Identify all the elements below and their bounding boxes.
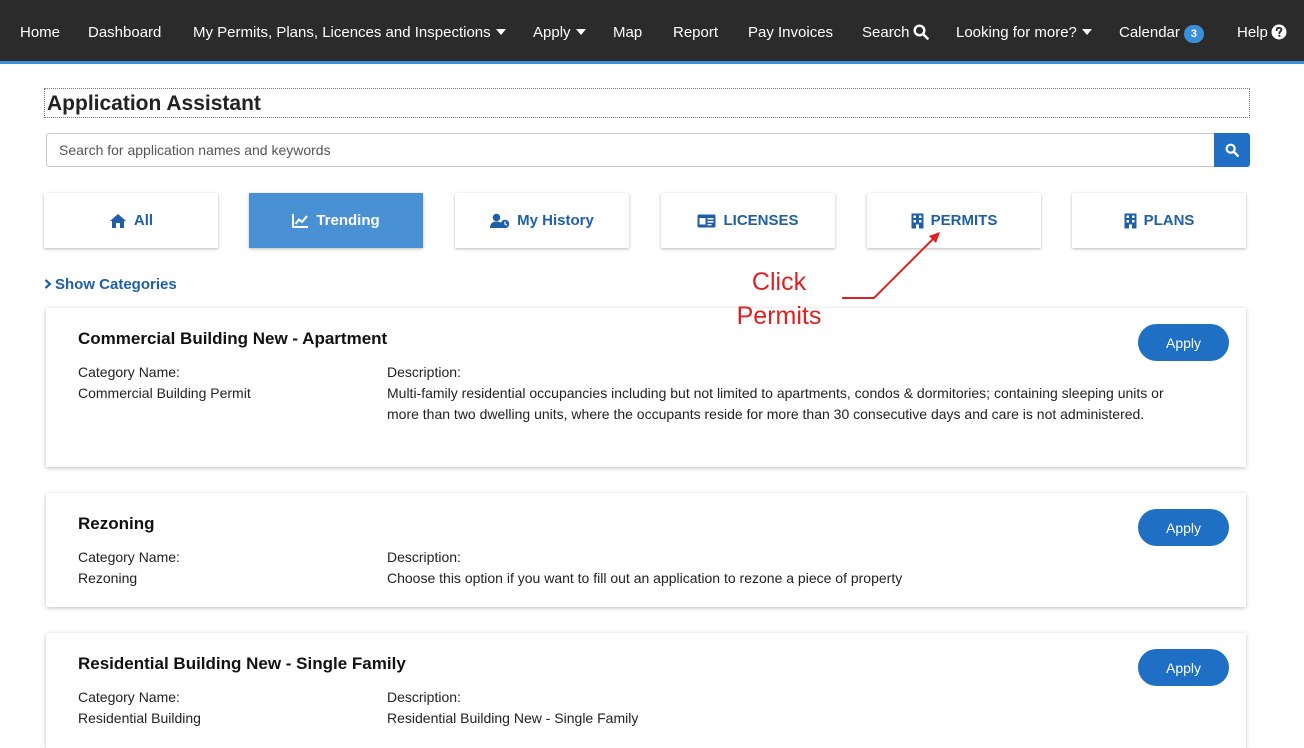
building-icon [1124,213,1137,228]
caret-down-icon [575,29,586,35]
building-icon [911,213,924,228]
nav-report[interactable]: Report [673,24,718,42]
tab-my-history[interactable]: My History [455,193,629,248]
search-input[interactable] [46,133,1214,167]
id-card-icon [697,214,716,227]
nav-search[interactable]: Search [862,24,929,42]
annotation-text: Click Permits [712,265,846,333]
nav-dashboard[interactable]: Dashboard [88,24,161,42]
nav-map[interactable]: Map [613,24,642,42]
nav-looking-for-more-label: Looking for more? [956,24,1077,41]
tab-all-label: All [133,212,154,229]
nav-looking-for-more[interactable]: Looking for more? [956,24,1092,42]
calendar-count-badge: 3 [1183,25,1204,43]
nav-apply[interactable]: Apply [533,24,586,42]
nav-search-label: Search [862,24,910,41]
show-categories-link[interactable]: Show Categories [44,276,177,293]
apply-button[interactable]: Apply [1138,324,1229,361]
search-icon [1225,143,1239,157]
top-nav: Home Dashboard My Permits, Plans, Licenc… [0,0,1304,64]
tab-trending-label: Trending [316,212,380,229]
home-icon [109,213,126,228]
category-value: Rezoning [78,570,138,586]
caret-down-icon [1081,29,1092,35]
category-label: Category Name: [78,689,180,705]
trend-chart-icon [292,214,309,228]
nav-help-label: Help [1237,24,1268,41]
category-value: Commercial Building Permit [78,385,251,401]
search-button[interactable] [1214,133,1250,167]
show-categories-label: Show Categories [55,276,177,293]
nav-apply-label: Apply [533,24,571,41]
chevron-right-icon [44,279,52,289]
category-label: Category Name: [78,364,180,380]
question-circle-icon [1271,24,1287,40]
annotation-line-1: Click [751,268,807,296]
category-value: Residential Building [78,710,201,726]
apply-button[interactable]: Apply [1138,649,1229,686]
card-title: Residential Building New - Single Family [78,654,406,673]
nav-home[interactable]: Home [20,24,60,42]
page-title-box: Application Assistant [44,88,1250,118]
application-card: Rezoning Category Name: Rezoning Descrip… [46,493,1246,607]
nav-help[interactable]: Help [1237,24,1287,42]
apply-button[interactable]: Apply [1138,509,1229,546]
tab-all[interactable]: All [44,193,218,248]
tab-licenses-label: LICENSES [723,212,799,229]
description-label: Description: [387,689,461,705]
annotation-line-2: Permits [736,302,822,330]
application-card: Residential Building New - Single Family… [46,633,1246,748]
nav-calendar-label: Calendar [1119,24,1180,41]
application-card: Commercial Building New - Apartment Cate… [46,308,1246,467]
tab-my-history-label: My History [517,212,594,229]
description-label: Description: [387,549,461,565]
nav-pay-invoices[interactable]: Pay Invoices [748,24,833,42]
tab-plans-label: PLANS [1143,212,1195,229]
user-history-icon [490,213,510,228]
tab-trending[interactable]: Trending [249,193,423,248]
description-value: Residential Building New - Single Family [387,710,639,726]
nav-my-permits-label: My Permits, Plans, Licences and Inspecti… [193,24,491,41]
tab-permits-label: PERMITS [930,212,998,229]
nav-calendar[interactable]: Calendar 3 [1119,24,1204,43]
description-value: Choose this option if you want to fill o… [387,570,903,586]
tab-plans[interactable]: PLANS [1072,193,1246,248]
tab-licenses[interactable]: LICENSES [661,193,835,248]
caret-down-icon [495,29,506,35]
search-icon [913,24,929,40]
description-label: Description: [387,364,461,380]
nav-my-permits[interactable]: My Permits, Plans, Licences and Inspecti… [193,24,506,42]
card-title: Commercial Building New - Apartment [78,329,388,348]
page-title: Application Assistant [47,92,261,115]
category-label: Category Name: [78,549,180,565]
description-value: Multi-family residential occupancies inc… [387,385,1164,422]
card-title: Rezoning [78,514,155,533]
tab-permits[interactable]: PERMITS [867,193,1041,248]
